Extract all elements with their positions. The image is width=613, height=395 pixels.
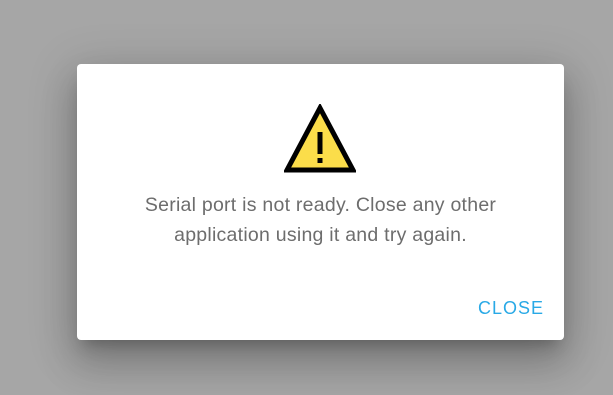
close-button[interactable]: CLOSE	[470, 292, 552, 324]
error-dialog: Serial port is not ready. Close any othe…	[77, 64, 564, 340]
warning-icon	[284, 104, 356, 173]
dialog-message: Serial port is not ready. Close any othe…	[144, 194, 497, 246]
